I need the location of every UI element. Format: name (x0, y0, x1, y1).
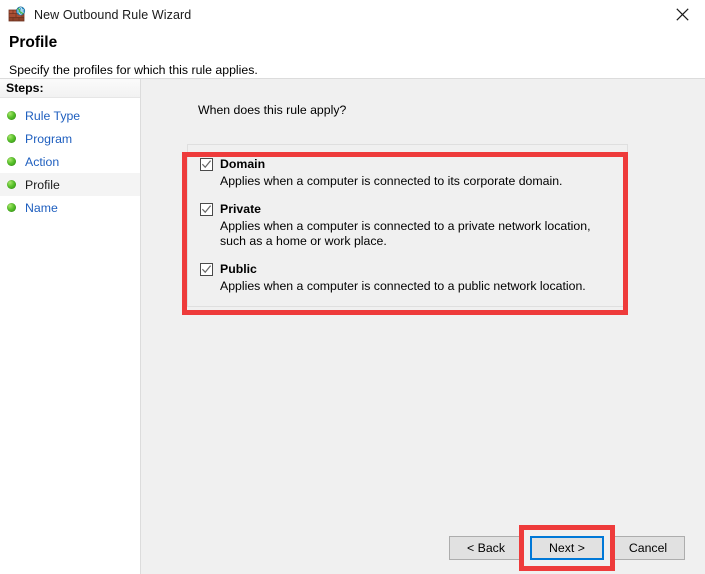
private-checkbox[interactable] (200, 202, 213, 216)
steps-header: Steps: (0, 79, 140, 98)
domain-description: Applies when a computer is connected to … (220, 174, 563, 188)
step-bullet-icon (7, 180, 16, 189)
step-bullet-icon (7, 203, 16, 212)
firewall-globe-icon (8, 6, 26, 24)
sidebar-item-label: Program (25, 131, 73, 146)
steps-sidebar: Steps: Rule Type Program Action Profile (0, 79, 141, 574)
title-bar: New Outbound Rule Wizard (0, 0, 705, 29)
domain-label: Domain (220, 157, 266, 171)
window-title: New Outbound Rule Wizard (34, 7, 192, 22)
sidebar-item-rule-type[interactable]: Rule Type (0, 104, 140, 127)
public-checkbox[interactable] (200, 262, 213, 276)
close-icon[interactable] (660, 0, 705, 29)
sidebar-item-label: Name (25, 200, 58, 215)
step-bullet-icon (7, 111, 16, 120)
back-button[interactable]: < Back (449, 536, 523, 560)
page-header: Profile Specify the profiles for which t… (0, 29, 705, 78)
step-bullet-icon (7, 134, 16, 143)
private-description: Applies when a computer is connected to … (220, 218, 591, 249)
private-label: Private (220, 201, 262, 216)
option-row-private[interactable]: Private (200, 201, 615, 217)
sidebar-item-label: Rule Type (25, 108, 81, 123)
wizard-button-bar: < Back Next > Cancel (449, 525, 685, 571)
wizard-body: Steps: Rule Type Program Action Profile (0, 78, 705, 574)
profile-options-group: Domain Applies when a computer is connec… (187, 144, 628, 307)
cancel-button[interactable]: Cancel (611, 536, 685, 560)
sidebar-item-label: Action (25, 154, 60, 169)
page-title: Profile (9, 34, 58, 51)
domain-checkbox[interactable] (200, 158, 213, 171)
option-row-public[interactable]: Public (200, 261, 615, 277)
main-panel: When does this rule apply? Domain Applie… (141, 79, 705, 574)
page-subtitle: Specify the profiles for which this rule… (9, 63, 258, 77)
sidebar-item-label: Profile (25, 177, 60, 192)
sidebar-item-action[interactable]: Action (0, 150, 140, 173)
sidebar-item-name[interactable]: Name (0, 196, 140, 219)
sidebar-item-program[interactable]: Program (0, 127, 140, 150)
public-label: Public (220, 261, 257, 276)
next-button-wrapper: Next > (519, 525, 615, 571)
question-label: When does this rule apply? (198, 103, 347, 117)
steps-heading: Steps: (6, 81, 44, 95)
sidebar-item-profile[interactable]: Profile (0, 173, 140, 196)
new-outbound-rule-wizard-window: New Outbound Rule Wizard Profile Specify… (0, 0, 705, 574)
option-row-domain[interactable]: Domain (200, 156, 615, 172)
steps-list: Rule Type Program Action Profile Name (0, 98, 140, 219)
next-button[interactable]: Next > (530, 536, 604, 560)
step-bullet-icon (7, 157, 16, 166)
public-description: Applies when a computer is connected to … (220, 278, 586, 293)
